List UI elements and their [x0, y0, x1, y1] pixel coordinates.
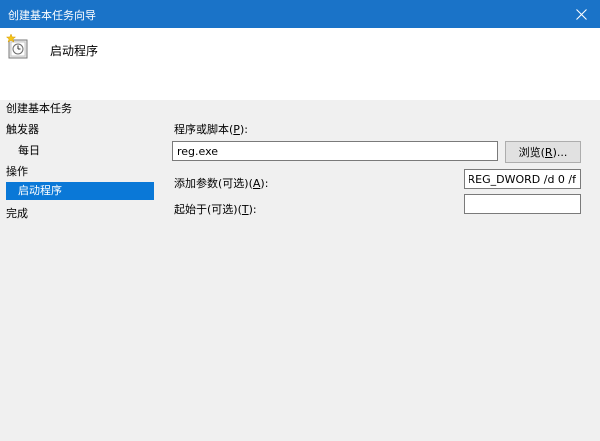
- wizard-steps-nav: 创建基本任务 触发器 每日 操作 启动程序 完成: [0, 100, 160, 441]
- arguments-input[interactable]: [464, 169, 581, 189]
- task-clock-icon: [6, 34, 28, 59]
- close-icon: [575, 8, 587, 20]
- window-title: 创建基本任务向导: [8, 9, 96, 22]
- close-button[interactable]: [562, 0, 600, 28]
- arguments-label: 添加参数(可选)(A):: [174, 177, 269, 190]
- nav-step-finish[interactable]: 完成: [6, 205, 28, 223]
- page-title: 启动程序: [50, 44, 99, 58]
- nav-step-create-basic-task[interactable]: 创建基本任务: [6, 100, 72, 118]
- browse-button[interactable]: 浏览(R)...: [505, 141, 581, 163]
- nav-step-daily[interactable]: 每日: [18, 142, 40, 160]
- nav-step-action[interactable]: 操作: [6, 163, 28, 181]
- wizard-header: 启动程序: [0, 28, 600, 100]
- nav-step-start-program[interactable]: 启动程序: [6, 182, 154, 200]
- program-label: 程序或脚本(P):: [174, 123, 248, 136]
- start-in-label: 起始于(可选)(T):: [174, 203, 257, 216]
- action-form: 程序或脚本(P): 浏览(R)... 添加参数(可选)(A): 起始于(可选)(…: [160, 100, 600, 441]
- start-in-input[interactable]: [464, 194, 581, 214]
- title-bar: 创建基本任务向导: [0, 0, 600, 28]
- program-input[interactable]: [172, 141, 498, 161]
- nav-step-trigger[interactable]: 触发器: [6, 121, 39, 139]
